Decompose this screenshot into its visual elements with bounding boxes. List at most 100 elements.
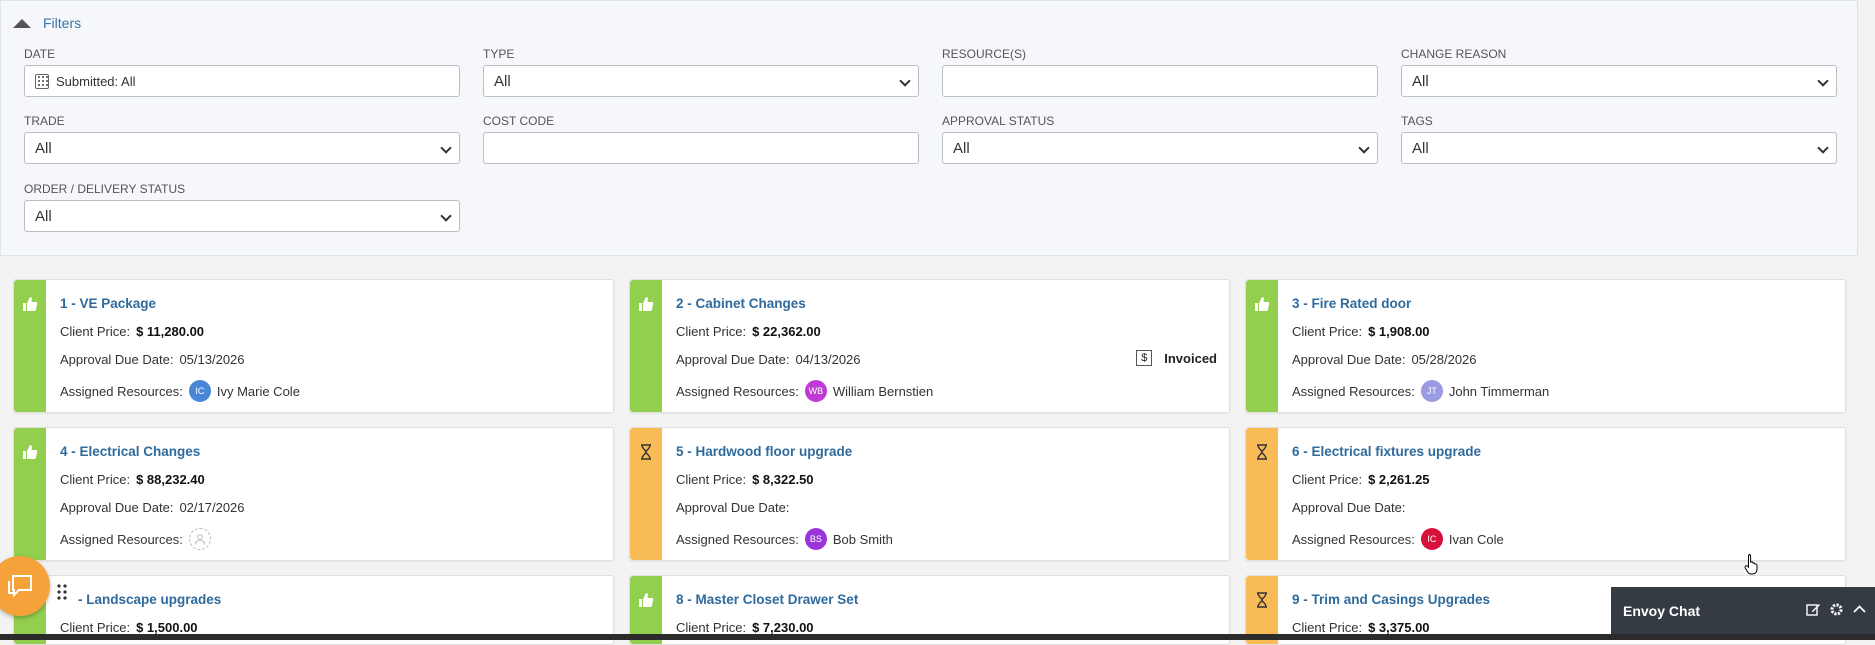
tags-value: All [1412,139,1429,157]
chevron-up-icon[interactable] [1852,602,1867,617]
type-select[interactable]: All [483,65,919,97]
trade-label: TRADE [24,114,65,128]
card-title[interactable]: 9 - Trim and Casings Upgrades [1292,592,1490,607]
unassigned-user-icon[interactable] [188,528,211,550]
approval-due-row: Approval Due Date: 04/13/2026 [676,352,861,367]
change-order-card[interactable]: 5 - Hardwood floor upgrade Client Price:… [629,427,1230,561]
gear-icon[interactable] [1829,602,1844,617]
calendar-icon [35,73,49,89]
chevron-down-icon [1817,142,1829,154]
client-price-value: $ 7,230.00 [752,620,814,635]
client-price-value: $ 8,322.50 [752,472,814,487]
compose-icon[interactable] [1806,602,1821,617]
trade-value: All [35,139,52,157]
date-value: Submitted: All [56,73,136,89]
change-order-card[interactable]: 2 - Cabinet Changes Client Price: $ 22,36… [629,279,1230,413]
card-title[interactable]: 4 - Electrical Changes [60,444,200,459]
resource-name: Bob Smith [832,531,893,547]
assigned-resources-row: Assigned Resources: IC Ivy Marie Cole [60,380,300,402]
thumbs-up-icon [1255,297,1270,311]
assigned-resources-label: Assigned Resources: [1292,383,1415,399]
client-price-row: Client Price: $ 2,261.25 [1292,472,1430,487]
dollar-icon: $ [1136,350,1153,366]
change-order-card[interactable]: 3 - Fire Rated door Client Price: $ 1,908… [1245,279,1846,413]
chevron-down-icon [899,75,911,87]
client-price-label: Client Price: [1292,472,1363,487]
status-strip [1246,428,1278,560]
chevron-down-icon [1817,75,1829,87]
envoy-chat-title: Envoy Chat [1623,602,1701,619]
cost-code-filter: COST CODE [483,114,919,164]
change-order-card[interactable]: 4 - Electrical Changes Client Price: $ 88… [13,427,614,561]
client-price-label: Client Price: [1292,620,1363,635]
collapse-triangle-icon [13,18,31,28]
change-order-card[interactable]: 6 - Electrical fixtures upgrade Client P… [1245,427,1846,561]
client-price-row: Client Price: $ 8,322.50 [676,472,814,487]
approval-due-label: Approval Due Date: [676,500,790,515]
trade-select[interactable]: All [24,132,460,164]
client-price-value: $ 88,232.40 [136,472,205,487]
chevron-down-icon [440,210,452,222]
approval-due-label: Approval Due Date: [676,352,790,367]
card-title[interactable]: 6 - Electrical fixtures upgrade [1292,444,1481,459]
cost-code-input[interactable] [483,132,919,164]
approval-due-value: 05/13/2026 [179,352,245,367]
card-title[interactable]: 5 - Hardwood floor upgrade [676,444,852,459]
envoy-chat-bar[interactable]: Envoy Chat [1611,587,1875,634]
client-price-value: $ 2,261.25 [1368,472,1430,487]
resources-label: RESOURCE(S) [942,47,1027,61]
tags-select[interactable]: All [1401,132,1837,164]
card-title[interactable]: 3 - Fire Rated door [1292,296,1411,311]
resources-filter: RESOURCE(S) [942,47,1378,97]
order-delivery-select[interactable]: All [24,200,460,232]
card-title[interactable]: 8 - Master Closet Drawer Set [676,592,858,607]
change-order-card[interactable]: 1 - VE Package Client Price: $ 11,280.00 … [13,279,614,413]
approval-due-value: 02/17/2026 [179,500,245,515]
client-price-value: $ 1,908.00 [1368,324,1430,339]
status-strip [1246,280,1278,412]
assigned-resources-row: Assigned Resources: WB William Bernstien [676,380,933,402]
thumbs-up-icon [23,297,38,311]
hourglass-icon [641,444,651,460]
client-price-row: Client Price: $ 7,230.00 [676,620,814,635]
resource-name: John Timmerman [1448,383,1550,399]
change-reason-value: All [1412,72,1429,90]
invoiced-badge: $ Invoiced [1136,350,1217,366]
drag-handle-icon[interactable] [56,583,68,601]
client-price-label: Client Price: [676,472,747,487]
hand-cursor-icon [1744,554,1758,575]
assigned-resources-row: Assigned Resources: IC Ivan Cole [1292,528,1504,550]
resources-input[interactable] [942,65,1378,97]
change-reason-select[interactable]: All [1401,65,1837,97]
assigned-resources-label: Assigned Resources: [60,383,183,399]
client-price-row: Client Price: $ 22,362.00 [676,324,821,339]
client-price-row: Client Price: $ 88,232.40 [60,472,205,487]
assigned-resources-label: Assigned Resources: [676,531,799,547]
order-delivery-filter: ORDER / DELIVERY STATUS All [24,182,460,232]
date-filter: DATE Submitted: All [24,47,460,97]
tags-label: TAGS [1401,114,1433,128]
filters-panel: Filters DATE Submitted: All TYPE All RES… [0,0,1858,256]
date-field[interactable]: Submitted: All [24,65,460,97]
chevron-down-icon [440,142,452,154]
thumbs-up-icon [639,297,654,311]
order-delivery-label: ORDER / DELIVERY STATUS [24,182,186,196]
approval-status-select[interactable]: All [942,132,1378,164]
approval-due-row: Approval Due Date: 05/13/2026 [60,352,245,367]
approval-due-row: Approval Due Date: 05/28/2026 [1292,352,1477,367]
card-title[interactable]: 1 - VE Package [60,296,156,311]
approval-due-label: Approval Due Date: [60,352,174,367]
approval-status-value: All [953,139,970,157]
hourglass-icon [1257,592,1267,608]
client-price-label: Client Price: [676,620,747,635]
client-price-label: Client Price: [60,472,131,487]
filters-toggle[interactable]: Filters [13,15,81,31]
avatar: IC [1420,528,1443,550]
hourglass-icon [1257,444,1267,460]
card-title[interactable]: 2 - Cabinet Changes [676,296,806,311]
approval-due-row: Approval Due Date: [676,500,795,515]
change-reason-label: CHANGE REASON [1401,47,1507,61]
card-title[interactable]: - Landscape upgrades [78,592,221,607]
resource-name: William Bernstien [832,383,934,399]
status-strip [630,280,662,412]
